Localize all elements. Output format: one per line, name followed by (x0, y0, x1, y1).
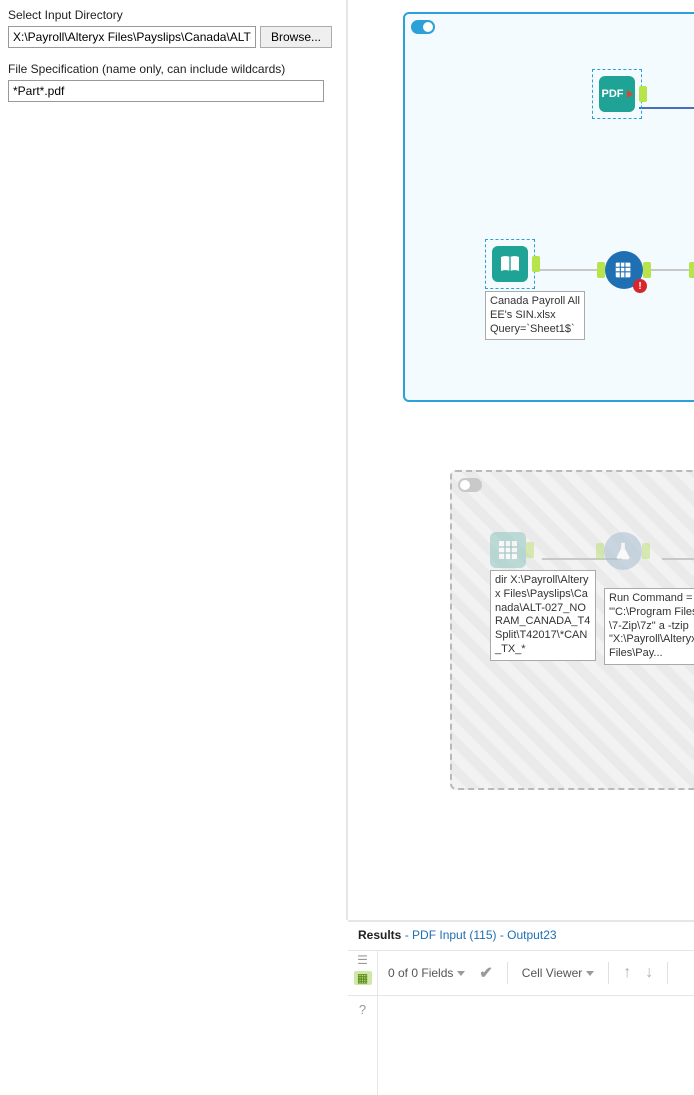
caret-down-icon (586, 971, 594, 976)
spreadsheet-icon (496, 538, 520, 562)
fields-dropdown[interactable]: 0 of 0 Fields (388, 966, 465, 980)
list-icon[interactable]: ☰ (354, 953, 372, 967)
grid-sparkle-icon (613, 259, 635, 281)
results-grid-empty (378, 996, 694, 1095)
cell-viewer-dropdown[interactable]: Cell Viewer (522, 966, 594, 980)
results-pane: Results - PDF Input (115) - Output23 ☰ ▦… (348, 920, 694, 1087)
separator (608, 962, 609, 984)
arrow-right-icon (627, 90, 633, 98)
container-toggle-off[interactable] (458, 478, 482, 492)
fields-label: 0 of 0 Fields (388, 966, 453, 980)
tool-annotation: dir X:\Payroll\Alteryx Files\Payslips\Ca… (490, 570, 596, 661)
book-icon (498, 252, 522, 276)
arrow-up-icon[interactable]: ↑ (623, 964, 631, 982)
directory-tool[interactable]: dir X:\Payroll\Alteryx Files\Payslips\Ca… (490, 532, 596, 661)
input-anchor[interactable] (596, 543, 604, 559)
results-side-icons: ☰ ▦ (348, 951, 378, 995)
tool-container-disabled[interactable]: dir X:\Payroll\Alteryx Files\Payslips\Ca… (450, 470, 694, 790)
input-anchor[interactable] (689, 262, 694, 278)
select-dir-row: Browse... (8, 26, 338, 48)
run-command-tool[interactable]: Run Command = '"C:\Program Files\7-Zip\7… (604, 532, 694, 665)
output-anchor[interactable] (526, 542, 534, 558)
connector (639, 107, 694, 109)
cell-viewer-label: Cell Viewer (522, 966, 582, 980)
apply-check-icon[interactable]: ✔ (479, 963, 492, 983)
file-spec-input[interactable] (8, 80, 324, 102)
results-toolbar: ☰ ▦ 0 of 0 Fields ✔ Cell Viewer ↑ ↓ (348, 951, 694, 995)
table-icon[interactable]: ▦ (354, 971, 372, 985)
workflow-canvas[interactable]: PDF (348, 0, 694, 920)
output-anchor[interactable] (532, 256, 540, 272)
results-header: Results - PDF Input (115) - Output23 (348, 922, 694, 951)
output-anchor[interactable] (642, 543, 650, 559)
connector (645, 269, 694, 271)
help-icon[interactable]: ? (348, 996, 378, 1095)
results-title: Results (358, 928, 401, 942)
arrow-down-icon[interactable]: ↓ (645, 964, 653, 982)
config-panel: Select Input Directory Browse... File Sp… (0, 0, 346, 1087)
input-data-tool[interactable]: Canada Payroll All EE's SIN.xlsx Query=`… (485, 239, 585, 340)
browse-button[interactable]: Browse... (260, 26, 332, 48)
pdf-input-tool[interactable]: PDF (592, 69, 642, 119)
output-anchor[interactable] (639, 86, 647, 102)
selection-outline: PDF (592, 69, 642, 119)
pdf-icon: PDF (602, 88, 624, 100)
select-dir-label: Select Input Directory (8, 8, 338, 22)
caret-down-icon (457, 971, 465, 976)
separator (667, 962, 668, 984)
results-body: ? (348, 995, 694, 1095)
flask-icon (612, 540, 634, 562)
directory-input[interactable] (8, 26, 256, 48)
results-subtitle: - PDF Input (115) - Output23 (401, 928, 556, 942)
tool-container-enabled[interactable]: PDF (403, 12, 694, 402)
tool-annotation: Run Command = '"C:\Program Files\7-Zip\7… (604, 588, 694, 665)
input-anchor[interactable] (597, 262, 605, 278)
container-toggle-on[interactable] (411, 20, 435, 34)
join-tool[interactable]: ! (605, 251, 643, 289)
separator (507, 962, 508, 984)
file-spec-label: File Specification (name only, can inclu… (8, 62, 338, 76)
selection-outline (485, 239, 535, 289)
tool-annotation: Canada Payroll All EE's SIN.xlsx Query=`… (485, 291, 585, 340)
output-anchor[interactable] (643, 262, 651, 278)
error-badge: ! (633, 279, 647, 293)
